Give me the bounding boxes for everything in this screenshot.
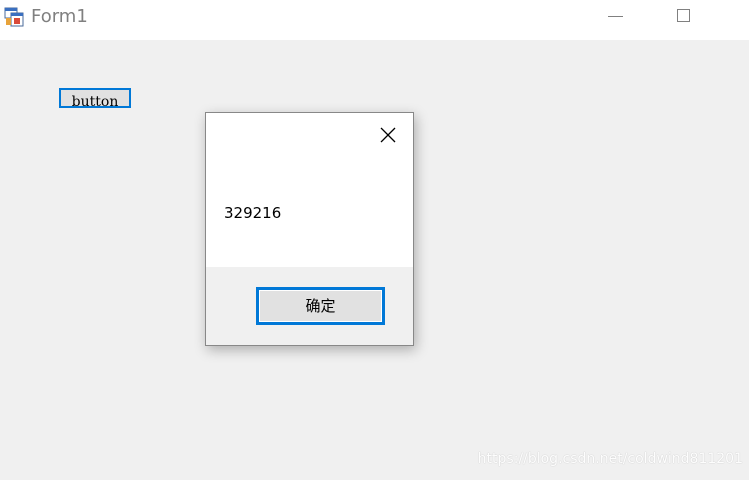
title-bar[interactable]: Form1 — [0, 0, 749, 40]
close-icon[interactable] — [730, 0, 749, 32]
message-box-footer: 确定 — [206, 267, 413, 345]
message-box: 329216 确定 — [205, 112, 414, 346]
maximize-icon[interactable] — [661, 0, 707, 32]
message-text: 329216 — [224, 204, 282, 222]
watermark: https://blog.csdn.net/coldwind811201 — [477, 451, 743, 467]
button[interactable]: button — [59, 88, 131, 108]
form-window: Form1 button 329216 确定 https://blog.csdn… — [0, 0, 749, 480]
app-icon — [4, 7, 24, 27]
window-title: Form1 — [31, 6, 88, 27]
close-icon[interactable] — [378, 125, 398, 145]
ok-button[interactable]: 确定 — [256, 287, 385, 325]
minimize-icon[interactable] — [592, 0, 638, 32]
